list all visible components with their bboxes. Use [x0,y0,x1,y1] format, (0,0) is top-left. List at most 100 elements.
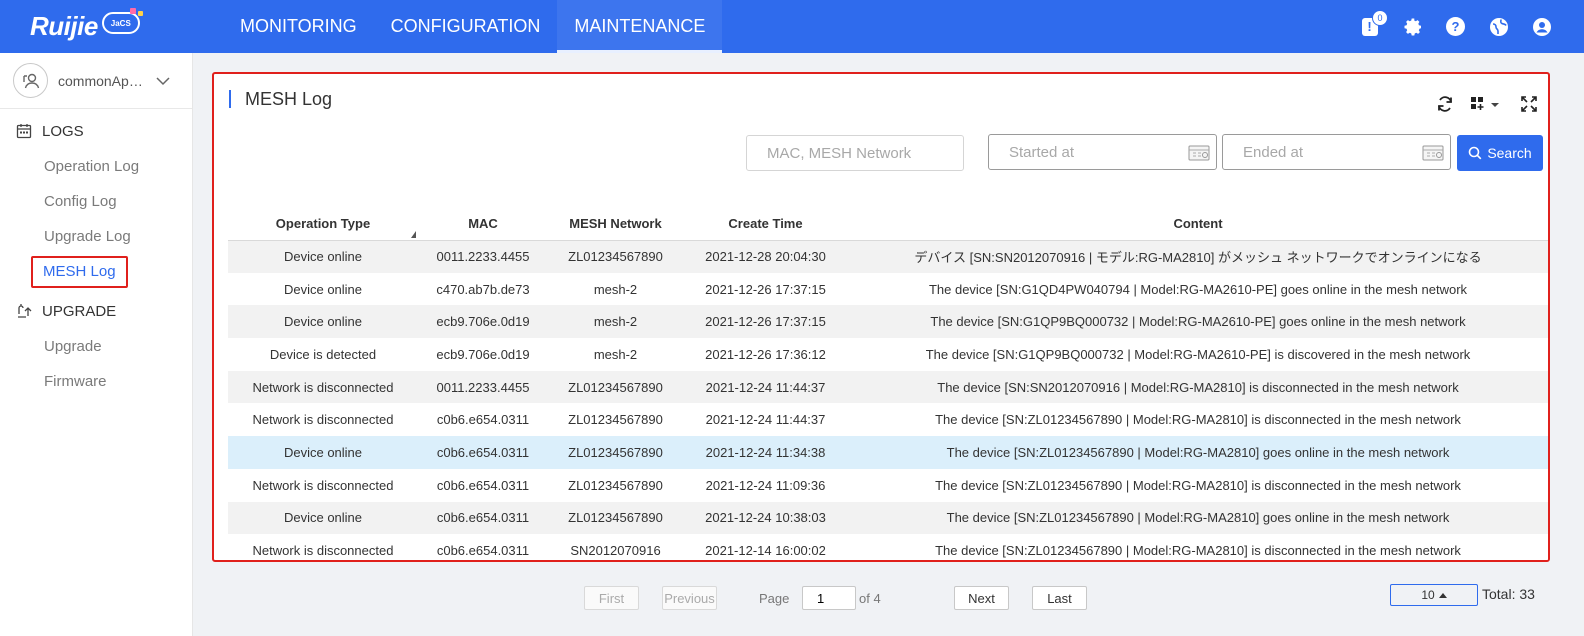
table-body: Device online 0011.2233.4455 ZL01234567890… [228,240,1548,560]
cell-mesh-network: ZL01234567890 [548,240,683,273]
cell-content: The device [SN:G1QD4PW040794 | Model:RG-… [848,272,1548,306]
cell-create-time: 2021-12-26 17:37:15 [683,272,848,306]
table-row[interactable]: Device online 0011.2233.4455 ZL01234567890… [228,240,1548,273]
pagination: First Previous Page of 4 Next Last 10 To… [212,570,1550,630]
next-page-button[interactable]: Next [954,586,1009,610]
refresh-icon[interactable] [1434,94,1456,114]
cell-content: デバイス [SN:SN2012070916 | モデル:RG-MA2810] が… [848,240,1548,273]
cell-mac: ecb9.706e.0d19 [418,305,548,339]
page-size-value: 10 [1421,588,1435,602]
top-icons: ! 0 ? [1357,0,1554,53]
cell-mac: c0b6.e654.0311 [418,534,548,560]
group-upgrade[interactable]: UPGRADE [0,293,192,329]
cell-mac: c470.ab7b.de73 [418,272,548,306]
cell-mac: c0b6.e654.0311 [418,501,548,535]
cell-operation-type: Device online [228,272,418,306]
cell-mac: ecb9.706e.0d19 [418,338,548,371]
last-page-button[interactable]: Last [1032,586,1087,610]
sort-icon[interactable] [411,230,416,238]
sidebar-item-mesh-log[interactable]: MESH Log [0,254,192,289]
page-number-input[interactable] [802,586,856,610]
cell-create-time: 2021-12-24 11:44:37 [683,403,848,437]
cell-create-time: 2021-12-24 11:34:38 [683,436,848,469]
sidebar-item-upgrade-log[interactable]: Upgrade Log [0,219,192,254]
group-logs-label: LOGS [42,122,84,140]
search-icon [1469,146,1482,160]
column-settings-icon[interactable] [1470,94,1504,114]
cell-mesh-network: ZL01234567890 [548,468,683,502]
alert-icon[interactable]: ! 0 [1357,10,1388,39]
main-nav: MONITORING CONFIGURATION MAINTENANCE [223,0,723,53]
cell-mac: c0b6.e654.0311 [418,436,548,469]
table-row[interactable]: Device online c0b6.e654.0311 ZL01234567890… [228,501,1548,535]
logo-badge: JaCS [101,8,143,34]
table-row[interactable]: Device online ecb9.706e.0d19 mesh-2 2021-12… [228,305,1548,339]
cell-content: The device [SN:ZL01234567890 | Model:RG-… [848,468,1548,502]
table-row[interactable]: Network is disconnected 0011.2233.4455 ZL0… [228,370,1548,404]
column-operation-type[interactable]: Operation Type [228,208,418,241]
end-date-input[interactable] [1222,134,1451,170]
cell-create-time: 2021-12-26 17:36:12 [683,338,848,371]
caret-up-icon [1438,593,1447,598]
nav-monitoring[interactable]: MONITORING [223,0,374,53]
chevron-down-icon [156,76,170,85]
calendar-icon[interactable] [1422,145,1444,161]
mesh-log-panel: MESH Log Search Operation Type MAC MESH … [212,72,1550,562]
previous-page-button[interactable]: Previous [662,586,717,610]
table-header-row: Operation Type MAC MESH Network Create T… [228,208,1548,241]
cell-content: The device [SN:ZL01234567890 | Model:RG-… [848,403,1548,437]
search-button[interactable]: Search [1457,135,1543,171]
nav-maintenance[interactable]: MAINTENANCE [557,0,723,53]
total-count: Total: 33 [1482,586,1535,602]
cell-create-time: 2021-12-14 16:00:02 [683,534,848,560]
cell-mac: c0b6.e654.0311 [418,468,548,502]
sidebar: commonApar... LOGS Operation Log Config … [0,53,193,636]
first-page-button[interactable]: First [584,586,639,610]
column-mac: MAC [418,208,548,241]
cell-operation-type: Device online [228,501,418,535]
table-row[interactable]: Device online c0b6.e654.0311 ZL01234567890… [228,436,1548,469]
cell-mac: 0011.2233.4455 [418,370,548,404]
fullscreen-icon[interactable] [1518,94,1540,114]
table-row[interactable]: Device online c470.ab7b.de73 mesh-2 2021-12… [228,272,1548,306]
cell-operation-type: Device is detected [228,338,418,371]
cell-content: The device [SN:SN2012070916 | Model:RG-M… [848,370,1548,404]
cell-create-time: 2021-12-24 10:38:03 [683,501,848,535]
account-avatar-icon [13,63,48,98]
table-row[interactable]: Network is disconnected c0b6.e654.0311 ZL0… [228,468,1548,502]
search-button-label: Search [1487,145,1532,161]
column-mesh-network: MESH Network [548,208,683,241]
table-row[interactable]: Network is disconnected c0b6.e654.0311 ZL0… [228,403,1548,437]
start-date-input[interactable] [988,134,1217,170]
sidebar-item-mesh-log-label: MESH Log [31,256,128,288]
nav-configuration[interactable]: CONFIGURATION [374,0,558,53]
sidebar-item-config-log[interactable]: Config Log [0,184,192,219]
search-input[interactable] [746,135,964,171]
cell-create-time: 2021-12-28 20:04:30 [683,240,848,273]
sidebar-item-upgrade[interactable]: Upgrade [0,329,192,364]
table-row[interactable]: Device is detected ecb9.706e.0d19 mesh-2 20… [228,338,1548,371]
table-row[interactable]: Network is disconnected c0b6.e654.0311 SN2… [228,534,1548,560]
cell-mesh-network: ZL01234567890 [548,403,683,437]
calendar-icon [16,124,32,139]
ruijie-logo[interactable]: Ruijie JaCS [30,8,143,44]
globe-icon[interactable] [1486,14,1511,39]
user-icon[interactable] [1529,14,1554,39]
gear-icon[interactable] [1400,14,1425,39]
cell-create-time: 2021-12-24 11:09:36 [683,468,848,502]
cell-create-time: 2021-12-24 11:44:37 [683,370,848,404]
top-bar: Ruijie JaCS MONITORING CONFIGURATION MAI… [0,0,1584,53]
page-label: Page [759,591,790,606]
group-logs[interactable]: LOGS [0,113,192,149]
help-icon[interactable]: ? [1443,14,1468,39]
sidebar-item-firmware[interactable]: Firmware [0,364,192,399]
group-upgrade-label: UPGRADE [42,302,117,320]
account-selector[interactable]: commonApar... [0,53,192,109]
calendar-icon[interactable] [1188,145,1210,161]
cell-operation-type: Device online [228,240,418,273]
page-size-select[interactable]: 10 [1390,584,1478,606]
sidebar-item-operation-log[interactable]: Operation Log [0,149,192,184]
logo-text: Ruijie [30,10,98,41]
cell-mesh-network: ZL01234567890 [548,370,683,404]
account-name: commonApar... [58,72,150,89]
